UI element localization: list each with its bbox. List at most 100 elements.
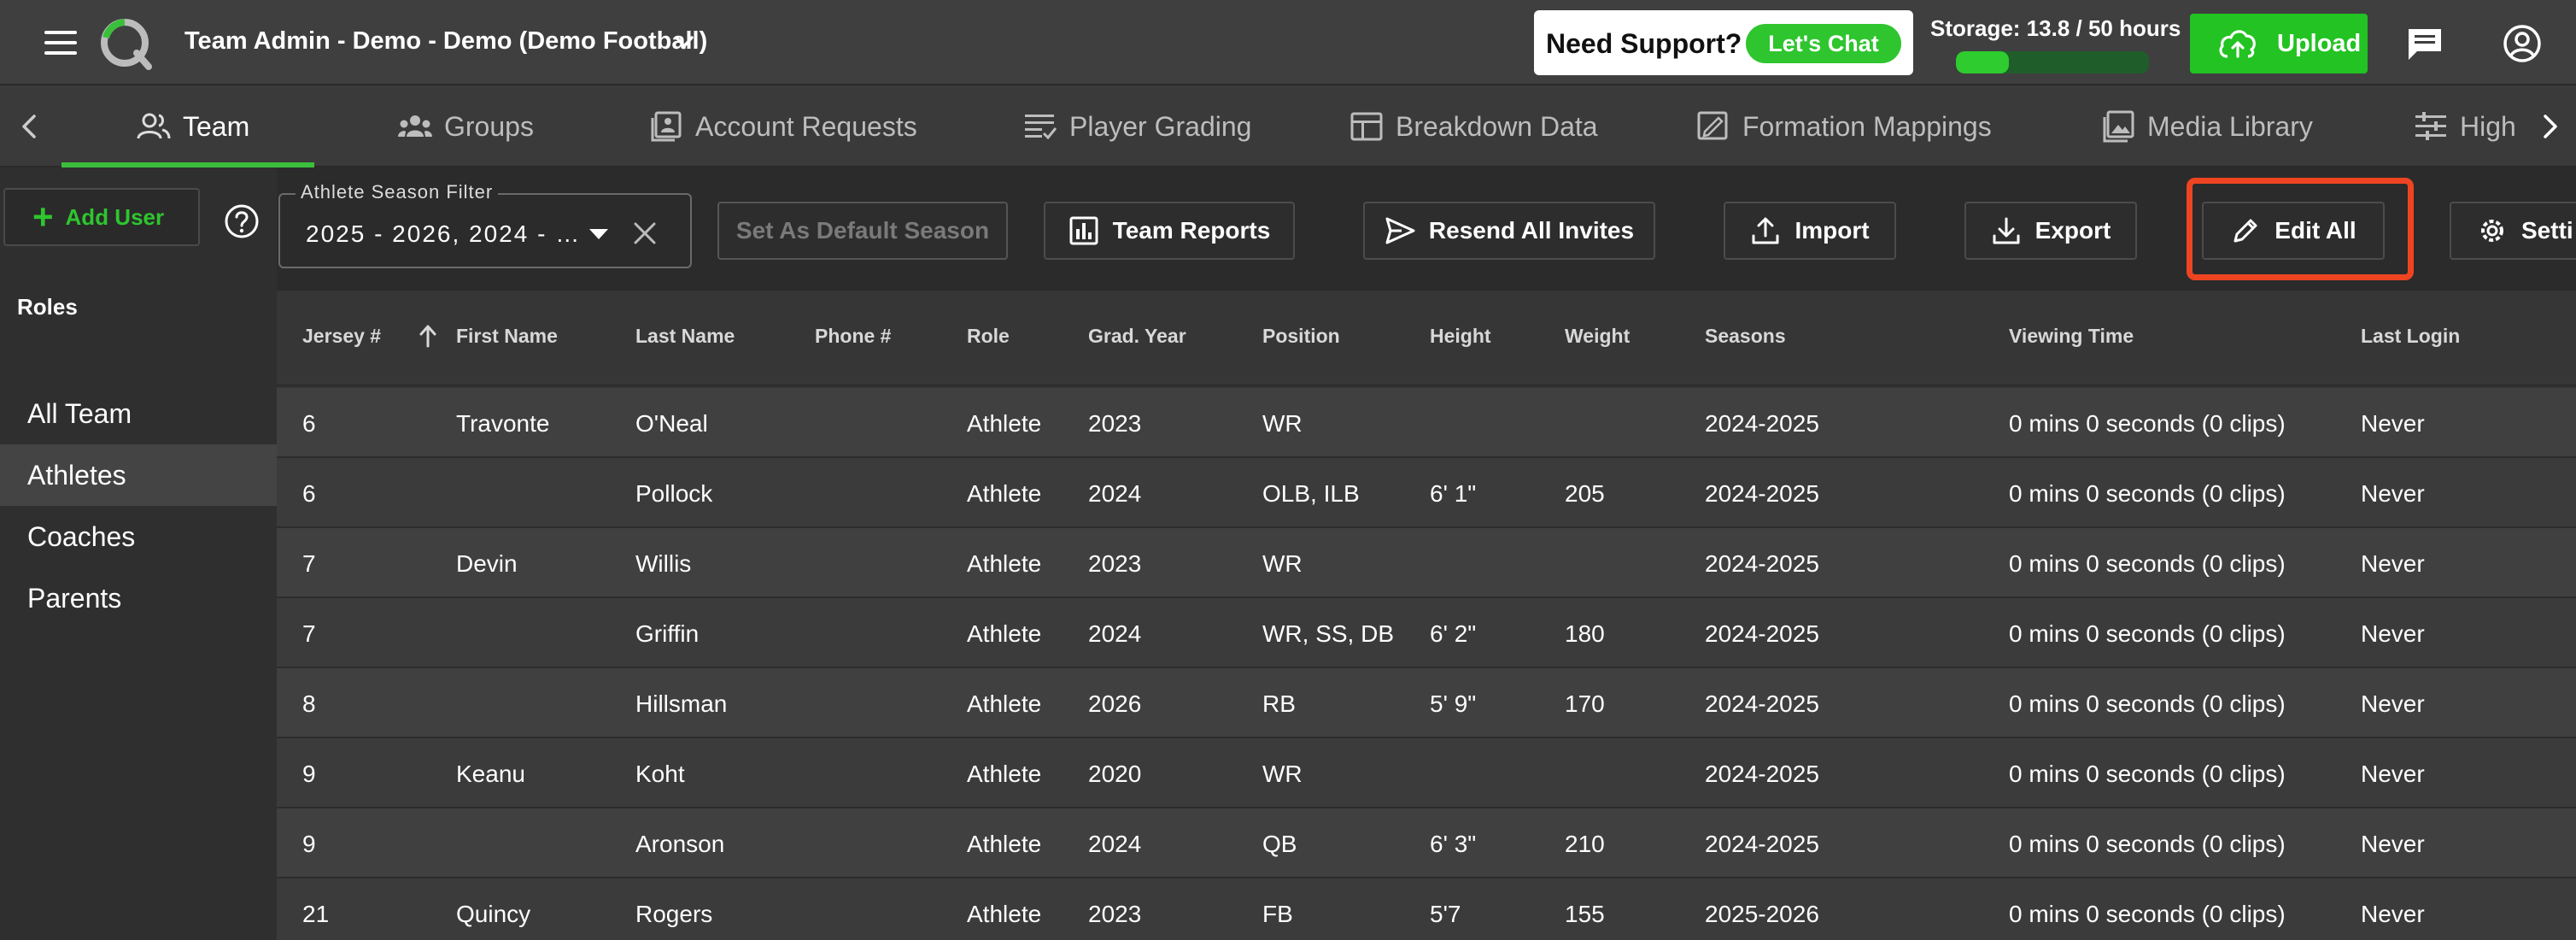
cell-jersey: 8 bbox=[302, 690, 316, 717]
resend-invites-label: Resend All Invites bbox=[1428, 217, 1635, 244]
column-header-phone[interactable]: Phone # bbox=[815, 325, 891, 348]
set-default-season-button[interactable]: Set As Default Season bbox=[717, 202, 1008, 260]
tab-highlights[interactable]: High bbox=[2414, 85, 2516, 167]
tab-groups[interactable]: Groups bbox=[398, 85, 534, 167]
cell-last-login: Never bbox=[2361, 901, 2425, 927]
column-header-position[interactable]: Position bbox=[1262, 325, 1340, 348]
cell-role: Athlete bbox=[967, 410, 1042, 437]
table-row[interactable]: 7 Devin Willis Athlete 2023 WR 2024-2025 0 mins… bbox=[277, 528, 2576, 598]
resend-all-invites-button[interactable]: Resend All Invites bbox=[1363, 202, 1655, 260]
table-row[interactable]: 7 Griffin Athlete 2024 WR, SS, DB 6' 2" 180 202… bbox=[277, 598, 2576, 668]
tab-player-grading[interactable]: Player Grading bbox=[1023, 85, 1251, 167]
cell-last-login: Never bbox=[2361, 690, 2425, 717]
chevron-down-icon[interactable] bbox=[671, 29, 697, 55]
add-user-button[interactable]: + Add User bbox=[3, 188, 200, 246]
lets-chat-button[interactable]: Let's Chat bbox=[1746, 24, 1901, 63]
team-selector-title[interactable]: Team Admin - Demo - Demo (Demo Football) bbox=[184, 27, 707, 56]
cell-grad-year: 2024 bbox=[1088, 620, 1142, 647]
cell-seasons: 2024-2025 bbox=[1705, 690, 1819, 717]
cell-role: Athlete bbox=[967, 480, 1042, 507]
chevron-left-icon[interactable] bbox=[15, 111, 44, 142]
top-bar: Team Admin - Demo - Demo (Demo Football)… bbox=[0, 0, 2576, 85]
cell-jersey: 6 bbox=[302, 410, 316, 437]
column-header-jersey[interactable]: Jersey # bbox=[302, 325, 436, 348]
table-row[interactable]: 9 Aronson Athlete 2024 QB 6' 3" 210 2024-2025 0 … bbox=[277, 808, 2576, 878]
table-row[interactable]: 6 Pollock Athlete 2024 OLB, ILB 6' 1" 205 2024-… bbox=[277, 458, 2576, 528]
caret-down-icon[interactable] bbox=[589, 229, 608, 239]
settings-button[interactable]: Setti bbox=[2450, 202, 2576, 260]
tab-bar: Team Groups Account Requests Player Grad… bbox=[0, 85, 2576, 167]
column-header-last-login[interactable]: Last Login bbox=[2361, 325, 2460, 348]
cell-grad-year: 2023 bbox=[1088, 410, 1142, 437]
help-icon[interactable] bbox=[224, 203, 260, 239]
cell-role: Athlete bbox=[967, 690, 1042, 717]
column-header-weight[interactable]: Weight bbox=[1565, 325, 1630, 348]
storage-progress-fill bbox=[1956, 51, 2010, 73]
cell-position: WR, SS, DB bbox=[1262, 620, 1395, 647]
column-header-first-name[interactable]: First Name bbox=[456, 325, 558, 348]
checklist-icon bbox=[1025, 115, 1057, 140]
cell-last-name: Griffin bbox=[635, 620, 700, 647]
role-item-parents[interactable]: Parents bbox=[0, 567, 277, 629]
cell-viewing-time: 0 mins 0 seconds (0 clips) bbox=[2009, 550, 2286, 577]
upload-button[interactable]: Upload bbox=[2190, 14, 2368, 73]
sort-arrow-up-icon[interactable] bbox=[417, 323, 439, 349]
account-icon[interactable] bbox=[2503, 24, 2542, 63]
cell-viewing-time: 0 mins 0 seconds (0 clips) bbox=[2009, 761, 2286, 787]
cell-last-name: O'Neal bbox=[635, 410, 708, 437]
groups-icon bbox=[398, 115, 432, 137]
cell-viewing-time: 0 mins 0 seconds (0 clips) bbox=[2009, 831, 2286, 857]
chevron-right-icon[interactable] bbox=[2535, 111, 2564, 142]
table-icon bbox=[1350, 112, 1383, 141]
cell-last-name: Rogers bbox=[635, 901, 713, 927]
column-header-seasons[interactable]: Seasons bbox=[1705, 325, 1786, 348]
cell-grad-year: 2024 bbox=[1088, 831, 1142, 857]
tab-breakdown-data[interactable]: Breakdown Data bbox=[1349, 85, 1598, 167]
cell-jersey: 7 bbox=[302, 550, 316, 577]
menu-icon[interactable] bbox=[44, 31, 77, 56]
role-item-athletes[interactable]: Athletes bbox=[0, 444, 277, 506]
tab-account-requests[interactable]: Account Requests bbox=[649, 85, 917, 167]
cell-seasons: 2024-2025 bbox=[1705, 761, 1819, 787]
upload-label: Upload bbox=[2277, 30, 2362, 57]
tab-team[interactable]: Team bbox=[137, 85, 249, 167]
team-table: Jersey # First Name Last Name Phone # Ro… bbox=[277, 291, 2576, 940]
cell-viewing-time: 0 mins 0 seconds (0 clips) bbox=[2009, 690, 2286, 717]
column-header-last-name[interactable]: Last Name bbox=[635, 325, 735, 348]
import-button[interactable]: Import bbox=[1724, 202, 1896, 260]
cell-role: Athlete bbox=[967, 550, 1042, 577]
table-row[interactable]: 9 Keanu Koht Athlete 2020 WR 2024-2025 0 mins 0… bbox=[277, 738, 2576, 808]
column-header-viewing-time[interactable]: Viewing Time bbox=[2009, 325, 2134, 348]
export-button[interactable]: Export bbox=[1964, 202, 2137, 260]
close-icon[interactable] bbox=[630, 219, 659, 248]
cell-grad-year: 2023 bbox=[1088, 901, 1142, 927]
cell-grad-year: 2024 bbox=[1088, 480, 1142, 507]
column-header-height[interactable]: Height bbox=[1430, 325, 1491, 348]
support-text: Need Support? bbox=[1546, 28, 1742, 59]
tab-formation-mappings[interactable]: Formation Mappings bbox=[1696, 85, 1992, 167]
cell-last-name: Willis bbox=[635, 550, 692, 577]
tab-media-library[interactable]: Media Library bbox=[2101, 85, 2313, 167]
team-reports-button[interactable]: Team Reports bbox=[1044, 202, 1295, 260]
column-header-grad-year[interactable]: Grad. Year bbox=[1088, 325, 1186, 348]
cell-seasons: 2024-2025 bbox=[1705, 831, 1819, 857]
cell-viewing-time: 0 mins 0 seconds (0 clips) bbox=[2009, 620, 2286, 647]
cell-last-login: Never bbox=[2361, 831, 2425, 857]
tab-label: Breakdown Data bbox=[1396, 110, 1598, 142]
column-header-role[interactable]: Role bbox=[967, 325, 1010, 348]
cell-viewing-time: 0 mins 0 seconds (0 clips) bbox=[2009, 410, 2286, 437]
role-item-all-team[interactable]: All Team bbox=[0, 383, 277, 444]
cell-role: Athlete bbox=[967, 620, 1042, 647]
cell-last-name: Koht bbox=[635, 761, 685, 787]
sidebar: + Add User Roles All Team Athletes Coach… bbox=[0, 167, 277, 940]
table-row[interactable]: 21 Quincy Rogers Athlete 2023 FB 5'7 155 2025-20… bbox=[277, 878, 2576, 940]
plus-icon: + bbox=[32, 197, 54, 237]
cell-height: 6' 2" bbox=[1430, 620, 1477, 647]
season-filter-select[interactable]: Athlete Season Filter 2025 - 2026, 2024 … bbox=[278, 181, 692, 268]
table-row[interactable]: 6 Travonte O'Neal Athlete 2023 WR 2024-2025 0 m… bbox=[277, 388, 2576, 458]
cell-height: 6' 1" bbox=[1430, 480, 1477, 507]
table-row[interactable]: 8 Hillsman Athlete 2026 RB 5' 9" 170 2024-2025 0… bbox=[277, 668, 2576, 738]
role-item-coaches[interactable]: Coaches bbox=[0, 506, 277, 567]
message-icon[interactable] bbox=[2405, 26, 2444, 62]
cell-first-name: Quincy bbox=[456, 901, 531, 927]
